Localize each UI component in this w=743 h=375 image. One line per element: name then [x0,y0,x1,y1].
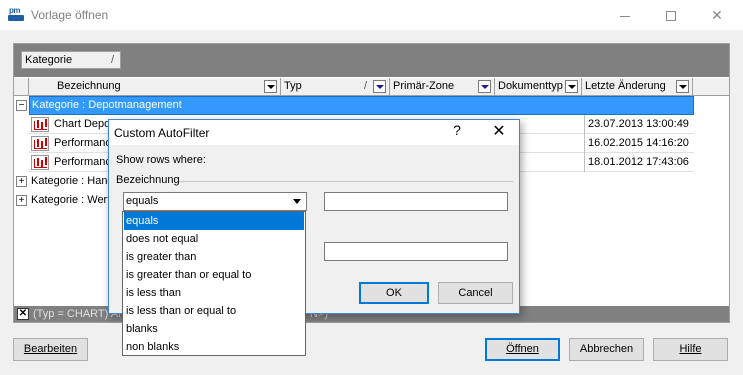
value-1-input[interactable] [324,192,508,211]
column-label: Dokumenttyp [498,80,563,92]
row-date: 18.01.2012 17:43:06 [584,153,694,172]
dialog-cancel-button[interactable]: Cancel [438,282,513,304]
column-label: Typ [284,80,302,92]
show-rows-label: Show rows where: [116,154,206,166]
group-label: Kategorie : Hand [31,175,114,187]
dialog-title: Custom AutoFilter [114,126,210,140]
row-date: 23.07.2013 13:00:49 [584,115,694,134]
window-title: Vorlage öffnen [31,8,109,22]
open-button-label: Öffnen [506,343,539,355]
column-header-typ[interactable]: Typ / [281,78,390,96]
group-chip-label: Kategorie [25,54,73,66]
option-is-greater-than[interactable]: is greater than [124,248,304,266]
ok-button[interactable]: OK [359,282,429,304]
app-logo-icon: pm [8,6,26,22]
clear-filter-icon[interactable]: ✕ [17,308,29,320]
group-label: Kategorie : Depotmanagement [29,96,694,115]
minimize-button[interactable] [602,0,648,30]
separator-line [179,181,513,182]
column-header-letzte-aenderung[interactable]: Letzte Änderung [582,78,693,96]
column-header-bezeichnung[interactable]: Bezeichnung [54,78,281,96]
close-button[interactable]: ✕ [694,0,740,30]
filter-dropdown-icon[interactable] [565,80,578,93]
field-label: Bezeichnung [116,174,180,186]
collapse-icon[interactable]: − [16,100,27,111]
chart-template-icon [31,136,49,151]
close-icon: ✕ [711,7,723,23]
app-logo-text: pm [9,6,21,15]
cancel-button-label: Abbrechen [579,343,634,355]
operator-1-select[interactable]: equals [123,192,307,211]
value-2-input[interactable] [324,242,508,261]
filter-dropdown-icon[interactable] [478,80,491,93]
option-is-less-than-or-equal-to[interactable]: is less than or equal to [124,302,304,320]
operator-dropdown-list[interactable]: equals does not equal is greater than is… [122,211,306,356]
operator-1-value: equals [126,195,159,207]
cancel-button[interactable]: Abbrechen [569,338,644,361]
group-row[interactable]: − Kategorie : Depotmanagement [14,96,729,115]
filter-dropdown-icon[interactable] [373,80,386,93]
option-blanks[interactable]: blanks [124,320,304,338]
option-equals[interactable]: equals [124,212,304,230]
help-button-label: Hilfe [679,343,702,355]
dialog-close-icon[interactable]: ✕ [484,121,514,141]
dialog-title-bar: Custom AutoFilter ? ✕ [109,120,519,145]
column-header-primaer-zone[interactable]: Primär-Zone [390,78,495,96]
row-name: Chart Depo [54,118,111,130]
option-non-blanks[interactable]: non blanks [124,338,304,356]
sort-indicator-icon: / [363,80,367,92]
column-label: Bezeichnung [57,80,121,92]
maximize-icon [666,11,676,22]
open-button[interactable]: Öffnen [485,338,560,361]
column-header-dokumenttyp[interactable]: Dokumenttyp [495,78,582,96]
row-date: 16.02.2015 14:16:20 [584,134,694,153]
sort-indicator-icon: / [110,54,114,66]
filter-dropdown-icon[interactable] [264,80,277,93]
column-label: Letzte Änderung [585,80,666,92]
option-is-less-than[interactable]: is less than [124,284,304,302]
minimize-icon [620,15,630,17]
expand-icon[interactable]: + [16,176,27,187]
column-label: Primär-Zone [393,80,455,92]
group-by-panel: Kategorie / [14,44,729,77]
expand-icon[interactable]: + [16,195,27,206]
row-name: Performanc [54,137,111,149]
help-button[interactable]: Hilfe [653,338,728,361]
edit-button-label: Bearbeiten [23,343,78,355]
row-name: Performanc [54,156,111,168]
group-label: Kategorie : Wert [31,194,111,206]
header-spacer [14,78,29,96]
option-does-not-equal[interactable]: does not equal [124,230,304,248]
column-header-row: Bezeichnung Typ / Primär-Zone Dokumentty… [14,78,729,96]
edit-button[interactable]: Bearbeiten [13,338,88,361]
help-icon[interactable]: ? [447,122,467,138]
filter-dropdown-icon[interactable] [676,80,689,93]
chevron-down-icon[interactable] [290,194,305,209]
option-is-greater-than-or-equal-to[interactable]: is greater than or equal to [124,266,304,284]
chart-template-icon [31,117,49,132]
chart-template-icon [31,155,49,170]
title-bar: pm Vorlage öffnen ✕ [0,0,743,30]
maximize-button[interactable] [648,0,694,30]
group-chip-kategorie[interactable]: Kategorie / [21,51,121,69]
